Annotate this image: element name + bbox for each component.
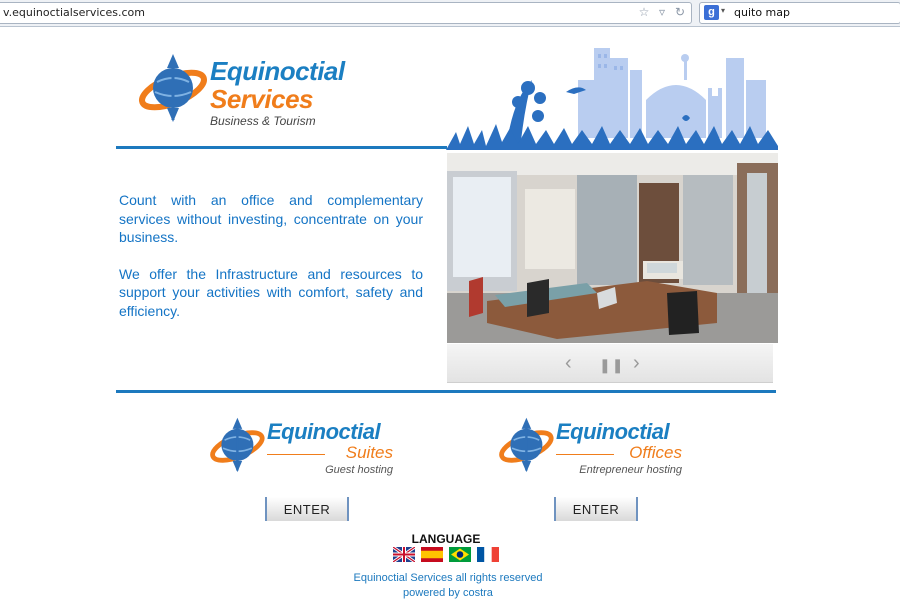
- city-skyline-illustration: [446, 48, 778, 150]
- brand-subtitle: Suites: [345, 443, 393, 462]
- site-logo[interactable]: Equinoctial Services Business & Tourism: [135, 50, 365, 130]
- globe-logo-icon: [499, 417, 554, 473]
- reload-icon[interactable]: ↻: [673, 5, 687, 19]
- logo-tagline: Business & Tourism: [210, 114, 316, 128]
- footer-powered-by[interactable]: powered by costra: [340, 587, 556, 599]
- brand-offices-logo[interactable]: Equinoctial Offices Entrepreneur hosting: [496, 414, 686, 489]
- enter-offices-button[interactable]: ENTER: [554, 497, 638, 521]
- brand-tagline: Entrepreneur hosting: [579, 464, 682, 476]
- google-icon[interactable]: g: [704, 5, 719, 20]
- intro-paragraph-2: We offer the Infrastructure and resource…: [119, 265, 423, 319]
- search-box[interactable]: g ▾ quito map: [699, 2, 900, 24]
- browser-toolbar: v.equinoctialservices.com ☆ ▿ ↻ g ▾ quit…: [0, 0, 900, 27]
- url-text[interactable]: v.equinoctialservices.com: [3, 6, 145, 19]
- address-bar[interactable]: v.equinoctialservices.com ☆ ▿ ↻: [0, 2, 692, 24]
- search-engine-dropdown-icon[interactable]: ▾: [721, 6, 725, 15]
- brand-subtitle: Offices: [629, 443, 682, 462]
- flag-spain-icon[interactable]: [421, 547, 443, 562]
- address-icons: ☆ ▿ ↻: [637, 5, 687, 19]
- brand-suites-logo[interactable]: Equinoctial Suites Guest hosting: [207, 414, 397, 489]
- slider-controls: ‹ ❚❚ ›: [447, 344, 773, 383]
- chevron-left-icon[interactable]: ‹: [565, 353, 572, 373]
- intro-paragraph-1: Count with an office and complementary s…: [119, 192, 423, 245]
- brand-tagline: Guest hosting: [325, 464, 393, 476]
- office-photo: [447, 153, 778, 343]
- globe-logo-icon: [210, 417, 265, 473]
- chevron-right-icon[interactable]: ›: [633, 353, 640, 373]
- flag-brazil-icon[interactable]: [449, 547, 471, 562]
- flag-france-icon[interactable]: [477, 547, 499, 562]
- language-flags: [393, 547, 499, 562]
- history-dropdown-icon[interactable]: ▿: [655, 5, 669, 19]
- logo-subtitle: Services: [210, 84, 313, 114]
- footer-rights: Equinoctial Services all rights reserved: [353, 572, 543, 584]
- language-title: LANGUAGE: [411, 532, 481, 546]
- brand-title: Equinoctial: [267, 419, 381, 444]
- brand-divider: [556, 454, 614, 455]
- pause-icon[interactable]: ❚❚: [599, 355, 624, 375]
- logo-title: Equinoctial: [210, 56, 345, 86]
- intro-text: Count with an office and complementary s…: [119, 191, 423, 338]
- brand-title: Equinoctial: [556, 419, 670, 444]
- bookmark-star-icon[interactable]: ☆: [637, 5, 651, 19]
- search-input[interactable]: quito map: [734, 6, 790, 19]
- enter-suites-button[interactable]: ENTER: [265, 497, 349, 521]
- header-divider: [116, 146, 447, 149]
- flag-uk-icon[interactable]: [393, 547, 415, 562]
- brand-divider: [267, 454, 325, 455]
- content-divider: [116, 390, 776, 393]
- globe-logo-icon: [139, 54, 207, 122]
